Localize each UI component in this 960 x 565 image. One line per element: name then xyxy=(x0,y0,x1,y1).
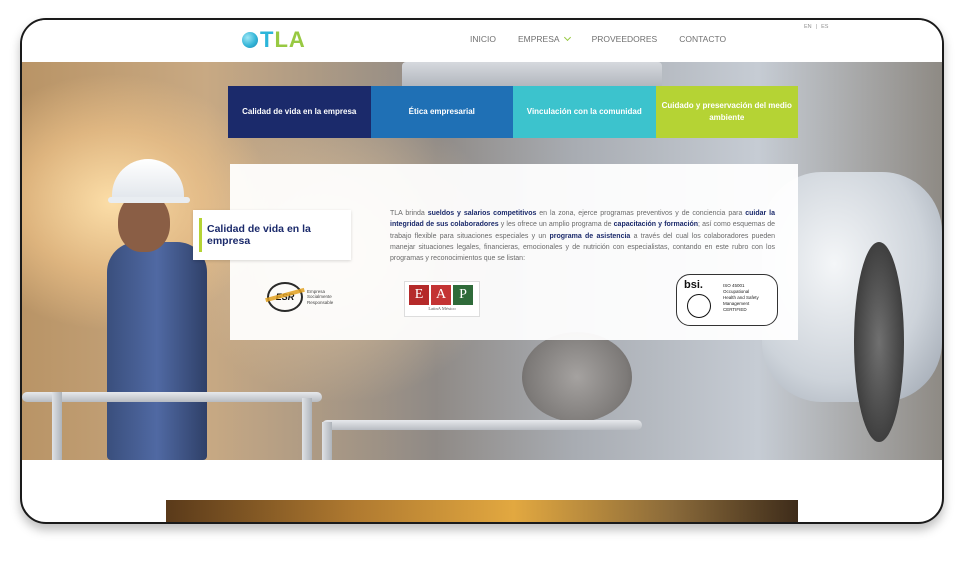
rail-post xyxy=(322,422,332,460)
bsi-certification-text: ISO 45001 Occupational Health and Safety… xyxy=(723,283,759,313)
nav-inicio[interactable]: INICIO xyxy=(470,34,496,44)
nav-contacto[interactable]: CONTACTO xyxy=(679,34,726,44)
guard-rail xyxy=(322,420,642,430)
flange-disc-side xyxy=(854,242,904,442)
globe-icon xyxy=(242,32,258,48)
lang-separator: | xyxy=(815,24,818,30)
section-subtitle-card: Calidad de vida en la empresa xyxy=(193,210,351,260)
bsi-wordmark: bsi. xyxy=(684,279,703,291)
main-nav: INICIO EMPRESA PROVEEDORES CONTACTO xyxy=(470,33,748,44)
eap-letter-a: A xyxy=(431,285,451,305)
worker-figure xyxy=(107,242,207,460)
rail-post xyxy=(52,392,62,460)
lang-en[interactable]: EN xyxy=(804,24,812,30)
section-subtitle: Calidad de vida en la empresa xyxy=(207,223,311,248)
esr-logo: ESR Empresa Socialmente Responsable xyxy=(267,282,333,312)
guard-rail xyxy=(22,392,322,402)
esr-emblem: ESR xyxy=(267,282,303,312)
chevron-down-icon xyxy=(563,33,571,42)
section-tabs: Calidad de vida en la empresa Ética empr… xyxy=(228,86,798,138)
language-switcher: EN | ES xyxy=(802,24,830,30)
nav-proveedores[interactable]: PROVEEDORES xyxy=(592,34,658,44)
accent-bar xyxy=(199,218,202,252)
next-section-image xyxy=(166,500,798,522)
lang-es[interactable]: ES xyxy=(821,24,828,30)
bsi-iso-badge: bsi. ISO 45001 Occupational Health and S… xyxy=(676,274,778,326)
content-panel: Calidad de vida en la empresa TLA brinda… xyxy=(193,164,798,340)
rail-post xyxy=(302,398,312,460)
eap-logo: E A P LatinA México xyxy=(404,281,480,317)
esr-caption: Empresa Socialmente Responsable xyxy=(307,288,334,305)
tla-logo[interactable]: TLA xyxy=(242,27,306,53)
eap-letter-e: E xyxy=(409,285,429,305)
hard-hat-brim xyxy=(108,197,190,203)
browser-frame: TLA INICIO EMPRESA PROVEEDORES CONTACTO … xyxy=(20,18,944,524)
flange-disc xyxy=(522,332,632,422)
tab-etica-empresarial[interactable]: Ética empresarial xyxy=(370,86,513,138)
nav-empresa[interactable]: EMPRESA xyxy=(518,33,571,44)
section-paragraph: TLA brinda sueldos y salarios competitiv… xyxy=(390,210,776,263)
logo-text: TLA xyxy=(260,27,306,52)
kitemark-icon xyxy=(687,294,711,318)
tab-vinculacion-comunidad[interactable]: Vinculación con la comunidad xyxy=(513,86,656,138)
eap-letter-p: P xyxy=(453,285,473,305)
tab-calidad-de-vida[interactable]: Calidad de vida en la empresa xyxy=(228,86,371,138)
site-header: TLA INICIO EMPRESA PROVEEDORES CONTACTO … xyxy=(22,20,942,62)
tab-medio-ambiente[interactable]: Cuidado y preservación del medio ambient… xyxy=(655,86,798,138)
eap-caption: LatinA México xyxy=(428,306,456,311)
